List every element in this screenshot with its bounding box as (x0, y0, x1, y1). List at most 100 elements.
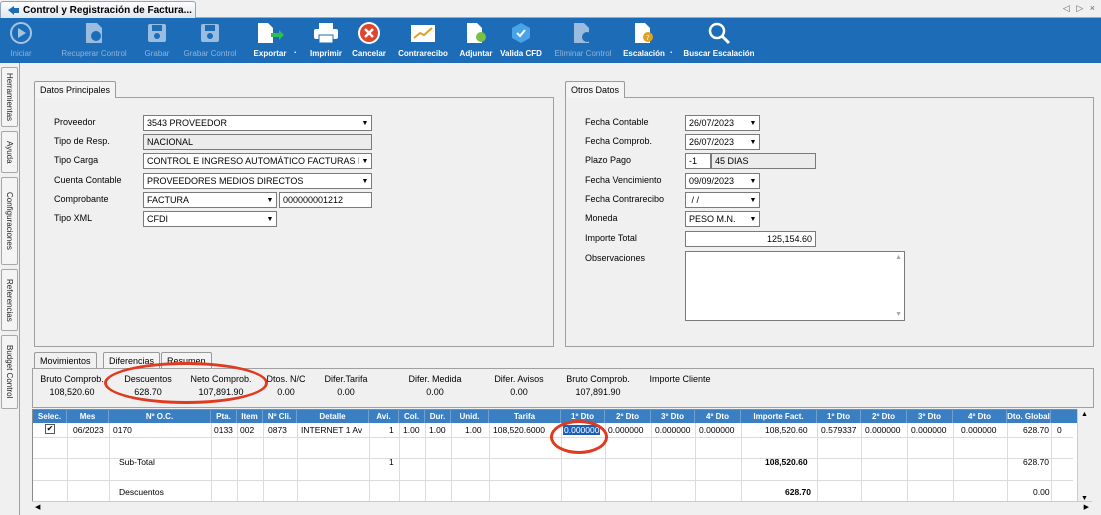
grabar-control-button[interactable]: Grabar Control (182, 18, 238, 63)
cell-item[interactable]: 002 (240, 425, 254, 435)
sidetab-configuraciones[interactable]: Configuraciones (1, 177, 18, 265)
col-header-noc[interactable]: Nº O.C. (109, 410, 211, 423)
moneda-select[interactable]: PESO M.N. ▼ (685, 211, 760, 227)
chevron-down-icon: ▼ (264, 212, 276, 226)
col-header-selec[interactable]: Selec. (33, 410, 67, 423)
col-header-dto4[interactable]: 4º Dto (695, 410, 741, 423)
comprobante-number-input[interactable]: 000000001212 (279, 192, 372, 208)
document-tab[interactable]: Control y Registración de Factura... (0, 1, 196, 18)
cell-dto-global[interactable]: 628.70 (1023, 425, 1049, 435)
cell-avi[interactable]: 1 (389, 425, 394, 435)
attach-document-icon (467, 23, 486, 43)
cell-detalle[interactable]: INTERNET 1 Av (301, 425, 362, 435)
col-header-pta[interactable]: Pta. (211, 410, 237, 423)
cell-dto1-selected[interactable]: 0.000000 (563, 425, 601, 435)
plazo-pago-code-input[interactable]: -1 (685, 153, 711, 169)
tipo-carga-select[interactable]: CONTROL E INGRESO AUTOMÁTICO FACTURAS DE… (143, 153, 372, 169)
col-header-dto1[interactable]: 1º Dto (561, 410, 605, 423)
cell-pta[interactable]: 0133 (214, 425, 233, 435)
grid-vertical-scrollbar[interactable]: ▲ ▼ (1077, 409, 1092, 504)
valida-cfd-button[interactable]: Valida CFD (498, 18, 544, 63)
col-header-mes[interactable]: Mes (67, 410, 109, 423)
eliminar-control-button[interactable]: Eliminar Control (550, 18, 616, 63)
cell-noc[interactable]: 0170 (113, 425, 132, 435)
proveedor-select[interactable]: 3543 PROVEEDOR ▼ (143, 115, 372, 131)
cell-col[interactable]: 1.00 (403, 425, 420, 435)
escalacion-dropdown-icon[interactable]: . (670, 45, 673, 55)
document-tab-title: Control y Registración de Factura... (23, 4, 192, 16)
cell-extra[interactable]: 0 (1057, 425, 1062, 435)
plazo-pago-label: Plazo Pago (585, 155, 632, 165)
tab-navigation[interactable]: ◁ ▷ × (1063, 3, 1097, 14)
tab-datos-principales[interactable]: Datos Principales (34, 81, 117, 98)
observaciones-textarea[interactable]: ▲ ▼ (685, 251, 905, 321)
tab-movimientos[interactable]: Movimientos (34, 352, 97, 368)
col-header-item[interactable]: Item (237, 410, 263, 423)
buscar-escalacion-button[interactable]: Buscar Escalación (682, 18, 756, 63)
fecha-contrarecibo-label: Fecha Contrarecibo (585, 194, 665, 204)
col-header-tarifa[interactable]: Tarifa (489, 410, 561, 423)
col-header-fact-dto1[interactable]: 1º Dto (817, 410, 861, 423)
col-header-fact-dto2[interactable]: 2º Dto (861, 410, 907, 423)
recuperar-control-button[interactable]: Recuperar Control (56, 18, 132, 63)
scroll-right-icon[interactable]: ▶ (1084, 503, 1089, 511)
fecha-contable-input[interactable]: 26/07/2023 ▼ (685, 115, 760, 131)
cell-fact-dto2[interactable]: 0.000000 (865, 425, 900, 435)
exportar-button[interactable]: Exportar (248, 18, 292, 63)
sidetab-budget-control[interactable]: Budget Control (1, 335, 18, 409)
cell-mes[interactable]: 06/2023 (73, 425, 104, 435)
cell-ncli[interactable]: 0873 (268, 425, 287, 435)
col-header-avi[interactable]: Avi. (369, 410, 399, 423)
iniciar-button[interactable]: Iniciar (7, 18, 35, 63)
col-header-fact-dto3[interactable]: 3º Dto (907, 410, 953, 423)
fecha-contrarecibo-input[interactable]: / / ▼ (685, 192, 760, 208)
tipo-resp-field[interactable]: NACIONAL (143, 134, 372, 150)
col-header-col[interactable]: Col. (399, 410, 425, 423)
fecha-comprob-input[interactable]: 26/07/2023 ▼ (685, 134, 760, 150)
escalacion-button[interactable]: ? Escalación (622, 18, 666, 63)
play-icon (10, 22, 32, 44)
row-select-checkbox[interactable]: ✔ (45, 424, 55, 434)
cell-fact-dto4[interactable]: 0.000000 (961, 425, 996, 435)
sidetab-herramientas[interactable]: Herramientas (1, 67, 18, 127)
summary-difer-tarifa-value: 0.00 (337, 387, 355, 397)
cell-dur[interactable]: 1.00 (429, 425, 446, 435)
scroll-up-icon[interactable]: ▲ (1081, 411, 1088, 418)
tab-otros-datos[interactable]: Otros Datos (565, 81, 626, 98)
cell-dto3[interactable]: 0.000000 (655, 425, 690, 435)
col-header-dto2[interactable]: 2º Dto (605, 410, 651, 423)
cell-dto2[interactable]: 0.000000 (608, 425, 643, 435)
cell-fact-dto3[interactable]: 0.000000 (911, 425, 946, 435)
col-header-dto3[interactable]: 3º Dto (651, 410, 695, 423)
cell-unid[interactable]: 1.00 (465, 425, 482, 435)
scroll-left-icon[interactable]: ◀ (35, 503, 40, 511)
cell-tarifa[interactable]: 108,520.6000 (493, 425, 545, 435)
tab-resumen[interactable]: Resumen (161, 352, 212, 368)
cancelar-button[interactable]: Cancelar (349, 18, 389, 63)
exportar-dropdown-icon[interactable]: . (294, 45, 297, 55)
imprimir-button[interactable]: Imprimir (306, 18, 346, 63)
cuenta-contable-select[interactable]: PROVEEDORES MEDIOS DIRECTOS ▼ (143, 173, 372, 189)
cell-dto4[interactable]: 0.000000 (699, 425, 734, 435)
tab-diferencias[interactable]: Diferencias (103, 352, 161, 368)
contrarecibo-button[interactable]: Contrarecibo (393, 18, 453, 63)
col-header-importe-fact[interactable]: Importe Fact. (741, 410, 817, 423)
fecha-vencimiento-input[interactable]: 09/09/2023 ▼ (685, 173, 760, 189)
col-header-unid[interactable]: Unid. (451, 410, 489, 423)
importe-total-field[interactable]: 125,154.60 (685, 231, 816, 247)
sidetab-ayuda[interactable]: Ayuda (1, 131, 18, 173)
comprobante-select[interactable]: FACTURA ▼ (143, 192, 277, 208)
col-header-ncli[interactable]: Nº Cli. (263, 410, 297, 423)
adjuntar-button[interactable]: Adjuntar (456, 18, 496, 63)
cell-fact-dto1[interactable]: 0.579337 (821, 425, 856, 435)
grabar-button[interactable]: Grabar (140, 18, 174, 63)
tipo-xml-select[interactable]: CFDI ▼ (143, 211, 277, 227)
cell-importe-fact[interactable]: 108,520.60 (765, 425, 808, 435)
col-header-dto-global[interactable]: Dto. Global (1007, 410, 1051, 423)
col-header-fact-dto4[interactable]: 4º Dto (953, 410, 1007, 423)
grid-horizontal-scrollbar[interactable]: ◀ ▶ (32, 501, 1092, 513)
sidetab-referencias[interactable]: Referencias (1, 269, 18, 331)
grabar-control-label: Grabar Control (183, 49, 237, 58)
col-header-detalle[interactable]: Detalle (297, 410, 369, 423)
col-header-dur[interactable]: Dur. (425, 410, 451, 423)
